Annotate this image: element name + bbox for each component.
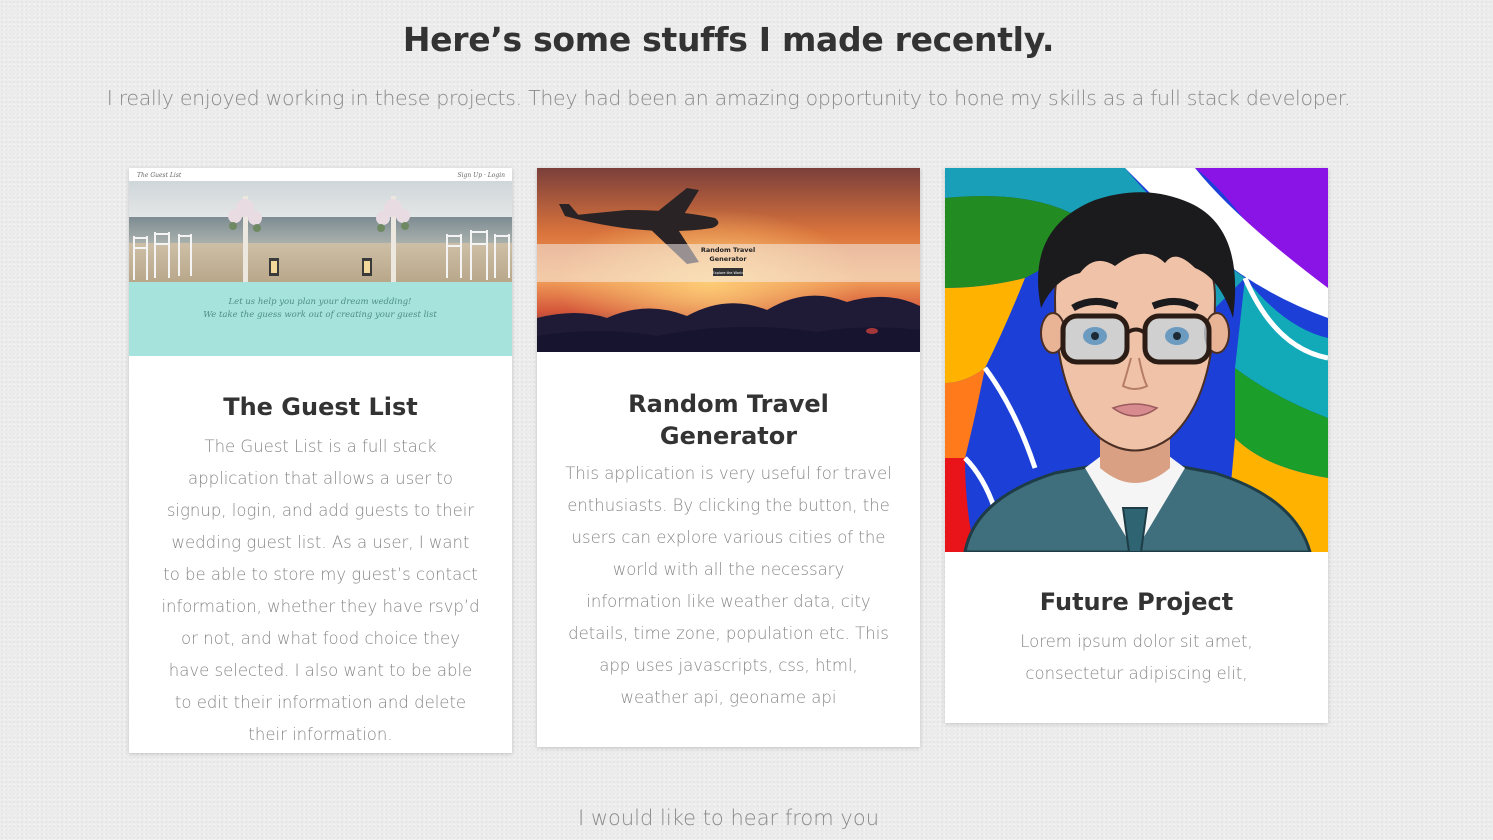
- guest-list-brand: The Guest List: [137, 172, 182, 179]
- project-card-guest-list[interactable]: The Guest List Sign Up · Login Let us he…: [129, 168, 512, 753]
- guest-list-tagline-1: Let us help you plan your dream wedding!: [228, 297, 412, 307]
- page-subtitle: I really enjoyed working in these projec…: [106, 86, 1351, 110]
- project-title: Random Travel Generator: [628, 390, 829, 450]
- project-image-guest-list[interactable]: The Guest List Sign Up · Login Let us he…: [129, 168, 512, 356]
- project-description: This application is very useful for trav…: [565, 464, 892, 707]
- contact-heading: I would like to hear from you: [577, 806, 879, 830]
- project-image-avatar[interactable]: [945, 168, 1328, 552]
- project-image-random-travel[interactable]: Random Travel Generator Explore the Worl…: [537, 168, 920, 352]
- project-card-random-travel[interactable]: Random Travel Generator Explore the Worl…: [537, 168, 920, 747]
- explore-button-label: Explore the World: [712, 271, 743, 275]
- page-title: Here’s some stuffs I made recently.: [402, 20, 1055, 59]
- project-title: Future Project: [1039, 588, 1234, 616]
- guest-list-tagline-2: We take the guess work out of creating y…: [203, 310, 437, 320]
- project-description: The Guest List is a full stack applicati…: [161, 437, 480, 744]
- travel-heading-1: Random Travel: [701, 246, 755, 254]
- project-title: The Guest List: [223, 393, 418, 421]
- project-card-future[interactable]: Future Project Lorem ipsum dolor sit ame…: [945, 168, 1328, 723]
- guest-list-nav: Sign Up · Login: [458, 172, 506, 179]
- project-description: Lorem ipsum dolor sit amet, consectetur …: [1020, 632, 1253, 683]
- travel-heading-2: Generator: [709, 255, 747, 263]
